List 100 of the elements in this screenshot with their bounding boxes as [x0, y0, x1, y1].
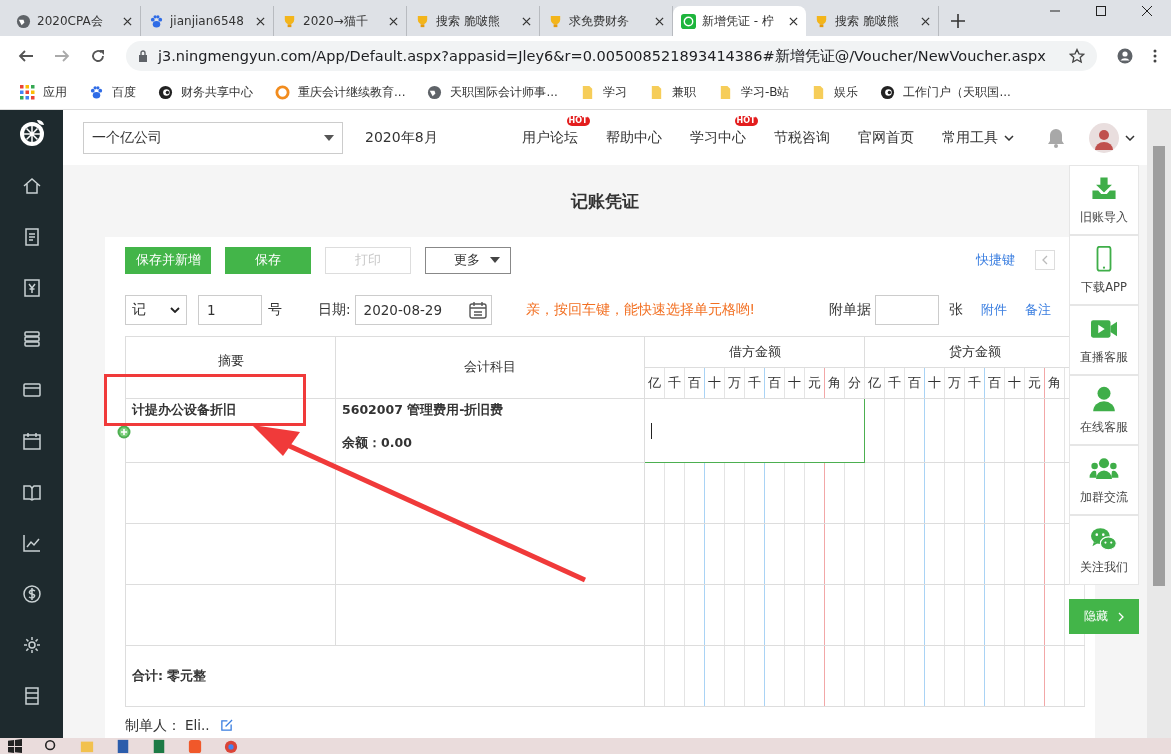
side-panel-item[interactable]: 加群交流 [1069, 445, 1139, 515]
nav-link[interactable]: 用户论坛 [521, 128, 578, 147]
bookmark[interactable]: 财务共享中心 [158, 84, 253, 101]
shortcut-link[interactable]: 快捷键 [976, 251, 1015, 269]
browser-tab[interactable]: 新增凭证 - 柠 [673, 6, 806, 36]
reload-icon[interactable] [90, 48, 106, 64]
bookmark[interactable]: 工作门户（天职国... [880, 84, 1011, 101]
nav-link[interactable]: 节税咨询 [773, 128, 830, 147]
voucher-word-select[interactable]: 记 [125, 295, 187, 325]
home-icon[interactable] [21, 175, 42, 196]
avatar-icon[interactable] [1088, 122, 1119, 153]
table-cell [984, 645, 1005, 707]
table-cell [884, 645, 905, 707]
chat-bubbles-icon [1089, 525, 1119, 552]
close-icon[interactable] [655, 16, 664, 26]
table-cell [924, 584, 945, 646]
table-cell [704, 584, 725, 646]
nav-link[interactable]: 帮助中心 [605, 128, 662, 147]
calendar-icon[interactable] [21, 430, 42, 451]
table-cell [924, 462, 945, 524]
table-cell [1044, 398, 1065, 463]
bookmark[interactable]: 娱乐 [811, 84, 859, 101]
dollar-icon[interactable] [21, 583, 42, 604]
attachment-unit: 张 [949, 301, 963, 319]
star-icon[interactable] [1069, 48, 1085, 64]
close-icon[interactable] [256, 16, 265, 26]
side-panel-item[interactable]: 关注我们 [1069, 515, 1139, 585]
side-panel-item[interactable]: 下载APP [1069, 235, 1139, 305]
gear-icon[interactable] [21, 634, 42, 655]
link[interactable]: 备注 [1025, 301, 1051, 319]
hot-badge: HOT [734, 115, 758, 127]
close-icon[interactable] [522, 16, 531, 26]
scrollbar[interactable] [1147, 110, 1171, 738]
menu-icon[interactable] [1153, 48, 1157, 64]
table-cell [664, 523, 685, 585]
side-panel-item[interactable]: 旧账导入 [1069, 165, 1139, 235]
chart-icon[interactable] [21, 532, 42, 553]
link[interactable]: 附件 [981, 301, 1007, 319]
close-icon[interactable] [123, 16, 132, 26]
voucher-number-field[interactable]: 1 [198, 295, 262, 325]
table-cell [824, 523, 845, 585]
table-cell [744, 584, 765, 646]
attachment-count-field[interactable] [875, 295, 939, 325]
table-cell [784, 523, 805, 585]
table-cell [1004, 398, 1025, 463]
document-icon[interactable] [116, 739, 130, 753]
calendar-icon [468, 301, 487, 319]
amount-input-field[interactable] [644, 398, 865, 463]
table-cell [704, 645, 725, 707]
profile-icon[interactable] [1117, 48, 1133, 64]
nav-link[interactable]: 官网首页 [857, 128, 914, 147]
bookmark[interactable]: 重庆会计继续教育... [275, 84, 406, 101]
nav-link[interactable]: 常用工具 [941, 128, 998, 147]
table-cell [744, 462, 765, 524]
back-icon[interactable] [18, 48, 34, 64]
bookmark[interactable]: 天职国际会计师事... [427, 84, 558, 101]
layers-icon[interactable] [21, 328, 42, 349]
table-cell [924, 523, 945, 585]
spreadsheet-icon[interactable] [152, 739, 166, 753]
trophy-icon [415, 13, 430, 29]
address-field[interactable]: j3.ningmengyun.com/App/Default.aspx?appasid=Jley6&r=0.005008521893414386#新增凭证@/Voucher/NewVoucher.aspx [126, 41, 1097, 71]
company-select[interactable]: 一个亿公司 [83, 121, 343, 154]
maximize-icon[interactable] [1095, 5, 1107, 17]
search-icon[interactable] [44, 739, 58, 753]
new-tab-icon[interactable] [951, 14, 965, 28]
table-cell [884, 523, 905, 585]
creator-label: 制单人： [125, 717, 181, 734]
close-icon[interactable] [789, 16, 798, 26]
date-field[interactable]: 2020-08-29 [354, 295, 492, 325]
close-icon[interactable] [921, 16, 930, 26]
bookmark[interactable]: 兼职 [648, 84, 696, 101]
table-cell [1024, 523, 1045, 585]
windows-icon[interactable] [8, 739, 22, 753]
dropdown-button[interactable]: 更多 [425, 246, 511, 274]
digit-header: 十 [704, 367, 725, 399]
bookmark[interactable]: 百度 [89, 84, 136, 101]
paw-icon [89, 85, 104, 100]
digit-header: 亿 [864, 367, 885, 399]
bookmark[interactable]: 学习-B站 [717, 84, 790, 101]
browser-icon[interactable] [224, 739, 238, 753]
table-cell [964, 398, 985, 463]
side-panel-item[interactable]: 在线客服 [1069, 375, 1139, 445]
table-cell [804, 584, 825, 646]
globe-icon [427, 85, 443, 100]
ring-icon [275, 85, 290, 100]
edit-icon[interactable] [219, 718, 233, 732]
close-icon[interactable] [1141, 5, 1153, 17]
add-row-icon[interactable] [117, 425, 131, 439]
attachment-count-label: 附单据 [829, 301, 871, 319]
yen-icon[interactable] [21, 277, 42, 298]
table-cell [884, 398, 905, 463]
app-icon[interactable] [188, 739, 202, 753]
table-cell [724, 584, 745, 646]
chevron-down-icon[interactable] [1124, 134, 1135, 141]
caret-icon [490, 257, 500, 263]
bookmark[interactable]: 应用 [20, 84, 67, 101]
close-icon[interactable] [389, 16, 398, 26]
digit-header: 千 [884, 367, 905, 399]
bookmark[interactable]: 学习 [579, 84, 627, 101]
nav-link[interactable]: 学习中心 [689, 128, 746, 147]
